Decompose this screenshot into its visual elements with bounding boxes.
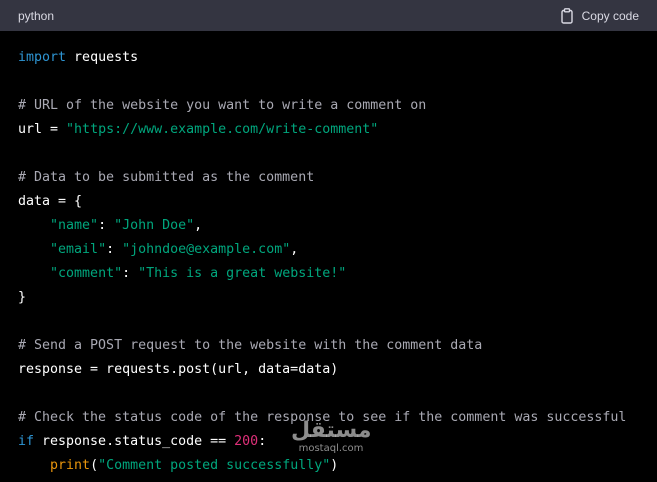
code-token: ( [90,458,99,473]
clipboard-icon [560,7,574,24]
code-token: data = { [18,194,83,209]
code-token: : [122,266,139,281]
code-line: # URL of the website you want to write a… [18,94,426,118]
code-token: "https://www.example.com/write-comment" [66,122,379,137]
code-token: requests [66,50,139,65]
code-token: "comment" [50,266,123,281]
code-token: : [106,242,123,257]
code-token: : [98,218,115,233]
code-line: response = requests.post(url, data=data) [18,358,338,382]
code-line: data = { [18,190,82,214]
code-token: # URL of the website you want to write a… [18,98,427,113]
code-token: # Send a POST request to the website wit… [18,338,483,353]
code-line: "comment": "This is a great website!" [18,262,346,286]
code-token: "Comment posted successfully" [98,458,331,473]
code-line: if response.status_code == 200: [18,430,266,454]
code-token: ) [330,458,339,473]
code-block: python Copy code import requests # URL of… [0,0,657,482]
code-line: # Send a POST request to the website wit… [18,334,482,358]
code-token: "johndoe@example.com" [122,242,291,257]
code-line: # Check the status code of the response … [18,406,626,430]
code-area[interactable]: import requests # URL of the website you … [0,31,657,482]
code-line: } [18,286,26,310]
code-token: } [18,290,27,305]
code-token: # Data to be submitted as the comment [18,170,315,185]
code-line: import requests [18,46,138,70]
code-line: print("Comment posted successfully") [18,454,338,478]
code-header: python Copy code [0,0,657,31]
code-token: response = requests.post(url, data=data) [18,362,339,377]
code-token: "name" [50,218,99,233]
copy-code-label: Copy code [581,8,639,23]
code-line: url = "https://www.example.com/write-com… [18,118,378,142]
code-line: # Data to be submitted as the comment [18,166,314,190]
copy-code-button[interactable]: Copy code [560,7,639,24]
code-token: "John Doe" [114,218,195,233]
code-token: , [290,242,299,257]
code-token: import [18,50,67,65]
code-token: url = [18,122,67,137]
code-token: , [194,218,203,233]
code-line: "email": "johndoe@example.com", [18,238,298,262]
code-token: : [258,434,267,449]
code-token: if [18,434,35,449]
language-label: python [18,8,55,23]
code-line: "name": "John Doe", [18,214,202,238]
code-token: print [50,458,91,473]
code-token: "This is a great website!" [138,266,347,281]
code-token: "email" [50,242,107,257]
code-token: 200 [234,434,259,449]
code-token: response.status_code == [34,434,235,449]
code-token: # Check the status code of the response … [18,410,627,425]
